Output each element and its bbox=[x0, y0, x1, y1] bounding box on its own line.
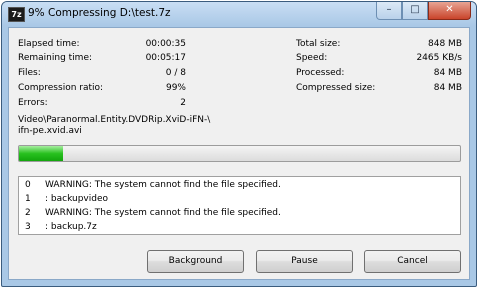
current-file-path-line: Video\Paranormal.Entity.DVDRip.XviD-iFN-… bbox=[18, 115, 211, 125]
pause-button[interactable]: Pause bbox=[256, 250, 353, 273]
log-index: 3 bbox=[25, 222, 31, 232]
log-message: WARNING: The system cannot find the file… bbox=[45, 180, 281, 190]
stat-label: Files: bbox=[18, 68, 41, 78]
stat-errors: Errors: 2 bbox=[18, 97, 186, 109]
stat-compressed-size: Compressed size: 84 MB bbox=[296, 82, 462, 94]
stat-label: Speed: bbox=[296, 53, 328, 63]
window-title: 9% Compressing D:\test.7z bbox=[28, 7, 171, 19]
app-icon[interactable]: 7z bbox=[8, 7, 25, 22]
log-message: : backup.7z bbox=[45, 222, 97, 232]
cancel-button[interactable]: Cancel bbox=[364, 250, 461, 273]
progress-fill bbox=[19, 146, 64, 161]
stat-value: 0 / 8 bbox=[165, 68, 186, 78]
stat-label: Compression ratio: bbox=[18, 83, 104, 93]
background-button[interactable]: Background bbox=[147, 250, 244, 273]
stat-value: 99% bbox=[165, 83, 186, 93]
title-bar[interactable]: 7z 9% Compressing D:\test.7z – □ ✕ bbox=[2, 2, 476, 26]
maximize-button[interactable]: □ bbox=[402, 2, 428, 20]
stat-label: Compressed size: bbox=[296, 83, 376, 93]
stat-total-size: Total size: 848 MB bbox=[296, 38, 462, 50]
minimize-button[interactable]: – bbox=[376, 2, 402, 20]
stat-remaining-time: Remaining time: 00:05:17 bbox=[18, 52, 186, 64]
stat-value: 84 MB bbox=[433, 83, 462, 93]
dialog-body: Elapsed time: 00:00:35 Remaining time: 0… bbox=[8, 27, 470, 280]
stat-value: 848 MB bbox=[428, 39, 462, 49]
stat-processed: Processed: 84 MB bbox=[296, 67, 462, 79]
close-button[interactable]: ✕ bbox=[428, 2, 471, 20]
stat-value: 00:05:17 bbox=[145, 53, 186, 63]
stat-label: Remaining time: bbox=[18, 53, 93, 63]
current-file-path: Video\Paranormal.Entity.DVDRip.XviD-iFN-… bbox=[18, 115, 210, 137]
stat-label: Elapsed time: bbox=[18, 39, 80, 49]
stat-value: 84 MB bbox=[433, 68, 462, 78]
stat-label: Errors: bbox=[18, 98, 48, 108]
current-file-path-line: ifn-pe.xvid.avi bbox=[18, 126, 82, 136]
log-index: 2 bbox=[25, 208, 31, 218]
log-message: WARNING: The system cannot find the file… bbox=[45, 208, 281, 218]
stat-label: Total size: bbox=[296, 39, 341, 49]
stat-value: 2465 KB/s bbox=[416, 53, 462, 63]
progress-bar bbox=[18, 145, 461, 162]
stat-value: 00:00:35 bbox=[145, 39, 186, 49]
stat-value: 2 bbox=[180, 98, 186, 108]
stat-speed: Speed: 2465 KB/s bbox=[296, 52, 462, 64]
log-message: : backupvideo bbox=[45, 194, 109, 204]
log-index: 0 bbox=[25, 180, 31, 190]
window-controls: – □ ✕ bbox=[376, 2, 471, 20]
stat-elapsed-time: Elapsed time: 00:00:35 bbox=[18, 38, 186, 50]
stat-compression-ratio: Compression ratio: 99% bbox=[18, 82, 186, 94]
stat-files: Files: 0 / 8 bbox=[18, 67, 186, 79]
log-index: 1 bbox=[25, 194, 31, 204]
message-log[interactable]: 0 WARNING: The system cannot find the fi… bbox=[18, 176, 461, 235]
compression-window: 7z 9% Compressing D:\test.7z – □ ✕ Elaps… bbox=[1, 1, 477, 287]
stat-label: Processed: bbox=[296, 68, 345, 78]
